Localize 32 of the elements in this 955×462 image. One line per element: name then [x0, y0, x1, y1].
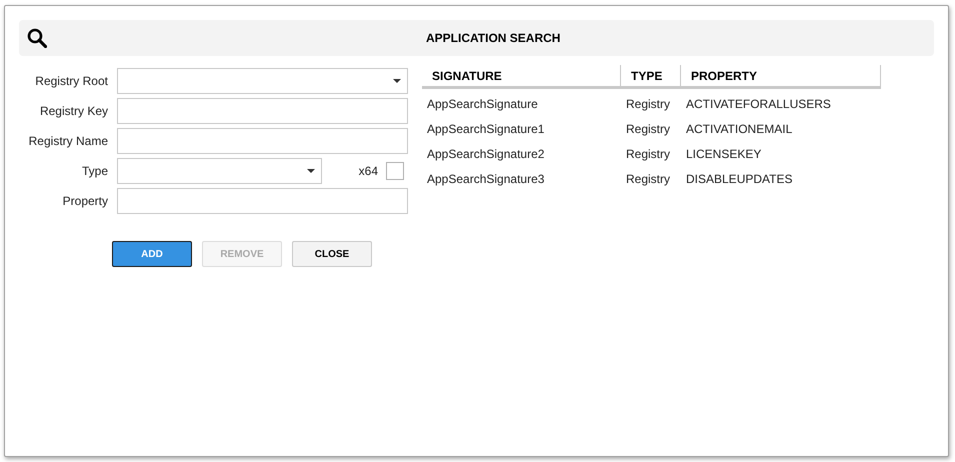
field-label: Registry Name	[28, 133, 108, 150]
input-field[interactable]	[117, 188, 408, 214]
checkbox-label: x64	[358, 163, 378, 180]
table-cell-text: Registry	[625, 170, 672, 188]
table-cell-text: DISABLEUPDATES	[685, 170, 794, 188]
field-label: Property	[62, 193, 108, 210]
field-label: Type	[80, 163, 108, 180]
table-cell-text: ACTIVATIONEMAIL	[685, 120, 794, 138]
column-header[interactable]: SIGNATURE	[422, 65, 621, 86]
table-cell-text: AppSearchSignature2	[426, 146, 546, 162]
table-cell-text: Registry	[625, 96, 672, 112]
input-field[interactable]	[117, 128, 408, 154]
field-label: Registry Key	[38, 103, 108, 120]
dialog-title: APPLICATION SEARCH	[426, 30, 560, 47]
column-header[interactable]: PROPERTY	[681, 65, 881, 86]
dropdown-field[interactable]	[117, 158, 322, 184]
table-cell-text: Registry	[625, 146, 672, 162]
action-button[interactable]: CLOSE	[292, 241, 372, 267]
checkbox[interactable]	[386, 162, 404, 180]
table-cell-text: AppSearchSignature1	[426, 120, 546, 138]
column-header[interactable]: TYPE	[621, 65, 681, 86]
dropdown-field[interactable]	[117, 68, 408, 94]
dropdown-caret-icon	[393, 79, 401, 83]
table-cell-text: AppSearchSignature3	[426, 170, 546, 188]
table-cell-text: Registry	[625, 120, 672, 138]
dropdown-caret-icon	[307, 169, 315, 173]
table-cell-text: AppSearchSignature	[426, 96, 539, 112]
field-label: Registry Root	[34, 73, 108, 90]
table-cell-text: LICENSEKEY	[685, 146, 762, 162]
table-cell-text: ACTIVATEFORALLUSERS	[685, 96, 832, 112]
input-field[interactable]	[117, 98, 408, 124]
search-icon	[27, 28, 47, 48]
